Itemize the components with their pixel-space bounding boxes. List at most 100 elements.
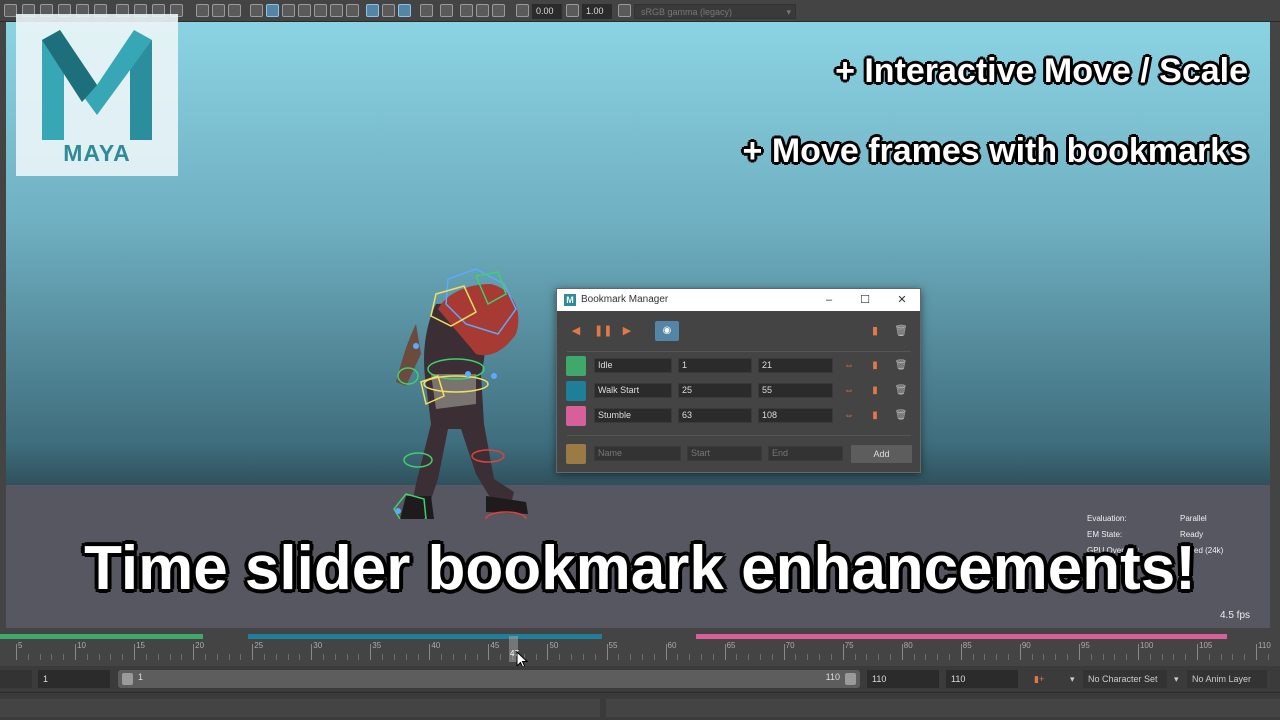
time-tick-minor bbox=[925, 654, 927, 660]
ambient-occlusion-icon[interactable] bbox=[366, 4, 379, 17]
text-icon[interactable] bbox=[228, 4, 241, 17]
anti-aliasing-icon[interactable] bbox=[398, 4, 411, 17]
hud-evaluation-value: Parallel bbox=[1180, 514, 1207, 523]
anim-start-field[interactable] bbox=[0, 670, 32, 688]
motion-blur-icon[interactable] bbox=[382, 4, 395, 17]
wireframe-on-shaded-icon[interactable] bbox=[298, 4, 311, 17]
backface-culling-icon[interactable] bbox=[492, 4, 505, 17]
anim-layer-dropdown[interactable]: No Anim Layer bbox=[1187, 670, 1267, 688]
trash-icon[interactable]: 🗑 bbox=[894, 383, 908, 398]
time-tick-minor bbox=[771, 654, 773, 660]
maya-app-icon: M bbox=[564, 294, 576, 306]
time-tick-minor bbox=[216, 654, 218, 660]
playback-end-field[interactable]: 110 bbox=[867, 670, 939, 688]
eye-icon[interactable]: ◉ bbox=[655, 321, 679, 341]
trash-icon[interactable]: 🗑 bbox=[893, 323, 909, 339]
trash-icon[interactable]: 🗑 bbox=[894, 358, 908, 373]
time-tick-label: 25 bbox=[254, 641, 264, 650]
anim-end-field[interactable]: 110 bbox=[946, 670, 1018, 688]
xray-components-icon[interactable] bbox=[476, 4, 489, 17]
range-track-start-label: 1 bbox=[138, 672, 144, 682]
bookmark-color-swatch[interactable] bbox=[566, 356, 586, 376]
bookmark-color-swatch[interactable] bbox=[566, 406, 586, 426]
time-tick-minor bbox=[417, 654, 419, 660]
bookmark-name-input[interactable]: Idle bbox=[594, 358, 672, 373]
exposure-icon[interactable] bbox=[516, 4, 529, 17]
bookmark-start-input[interactable]: 63 bbox=[678, 408, 752, 423]
exposure-field[interactable]: 0.00 bbox=[532, 4, 562, 19]
time-tick-label: 60 bbox=[667, 641, 677, 650]
gamma-icon[interactable] bbox=[566, 4, 579, 17]
bookmark-end-input[interactable]: 108 bbox=[758, 408, 833, 423]
time-tick-minor bbox=[264, 654, 265, 660]
add-bookmark-button[interactable]: Add bbox=[851, 445, 912, 463]
gamma-field[interactable]: 1.00 bbox=[582, 4, 612, 19]
character-rig[interactable] bbox=[376, 264, 546, 519]
safe-title-icon[interactable] bbox=[196, 4, 209, 17]
time-tick-label: 65 bbox=[726, 641, 736, 650]
bookmark-bar-walk-start[interactable] bbox=[248, 634, 602, 639]
bookmark-manager-titlebar[interactable]: M Bookmark Manager – ☐ ✕ bbox=[557, 289, 920, 311]
color-management-icon[interactable] bbox=[618, 4, 631, 17]
bookmark-bar-stumble[interactable] bbox=[696, 634, 1227, 639]
bookmark-icon[interactable]: ▮ bbox=[868, 358, 882, 373]
minimize-button[interactable]: – bbox=[816, 292, 842, 308]
time-tick-minor bbox=[807, 654, 809, 660]
bookmark-end-input[interactable]: 55 bbox=[758, 383, 833, 398]
character-set-dropdown[interactable]: No Character Set bbox=[1083, 670, 1167, 688]
bookmark-color-swatch[interactable] bbox=[566, 381, 586, 401]
frame-bookmark-icon[interactable]: ⇔ bbox=[842, 358, 856, 373]
smooth-shade-icon[interactable] bbox=[266, 4, 279, 17]
time-tick-minor bbox=[571, 654, 573, 660]
wireframe-icon[interactable] bbox=[250, 4, 263, 17]
new-bookmark-name-input[interactable]: Name bbox=[594, 446, 681, 461]
time-tick-label: 70 bbox=[785, 641, 795, 650]
bookmark-icon[interactable]: ▮ bbox=[868, 408, 882, 423]
time-tick-minor bbox=[559, 654, 561, 660]
range-slider-track[interactable]: 1 110 bbox=[118, 670, 860, 688]
bookmark-start-input[interactable]: 25 bbox=[678, 383, 752, 398]
maximize-button[interactable]: ☐ bbox=[852, 292, 878, 308]
close-button[interactable]: ✕ bbox=[889, 292, 915, 308]
bookmark-start-input[interactable]: 1 bbox=[678, 358, 752, 373]
previous-bookmark-icon[interactable]: ◀ bbox=[568, 323, 584, 339]
frame-bookmark-icon[interactable]: ⇔ bbox=[842, 408, 856, 423]
pause-bookmark-icon[interactable]: ❚❚ bbox=[594, 323, 612, 339]
bookmark-name-input[interactable]: Walk Start bbox=[594, 383, 672, 398]
anim-layer-chevron-icon[interactable]: ▾ bbox=[1174, 670, 1179, 688]
new-bookmark-end-input[interactable]: End bbox=[768, 446, 843, 461]
bookmark-bar-idle[interactable] bbox=[0, 634, 203, 639]
character-set-chevron-icon[interactable]: ▾ bbox=[1070, 670, 1075, 688]
range-end-handle[interactable] bbox=[845, 673, 856, 685]
frame-bookmark-icon[interactable]: ⇔ bbox=[842, 383, 856, 398]
new-bookmark-start-input[interactable]: Start bbox=[687, 446, 762, 461]
range-start-handle[interactable] bbox=[122, 673, 133, 685]
bookmark-icon[interactable]: ▮ bbox=[868, 383, 882, 398]
playback-start-field[interactable]: 1 bbox=[38, 670, 110, 688]
divider bbox=[567, 435, 911, 436]
shadows-icon[interactable] bbox=[346, 4, 359, 17]
time-slider[interactable]: 5 10 15 20 25 30 35 40 45 50 55 60 65 70 75 80 85 90 95 100… bbox=[0, 632, 1280, 666]
color-space-dropdown[interactable]: sRGB gamma (legacy) ▾ bbox=[634, 4, 796, 19]
textured-icon[interactable] bbox=[314, 4, 327, 17]
default-material-icon[interactable] bbox=[282, 4, 295, 17]
time-tick-label: 80 bbox=[903, 641, 913, 650]
bookmark-name-input[interactable]: Stumble bbox=[594, 408, 672, 423]
bookmark-add-icon[interactable]: ▮+ bbox=[1034, 670, 1044, 688]
xray-icon[interactable] bbox=[440, 4, 453, 17]
new-bookmark-color-swatch[interactable] bbox=[566, 444, 586, 464]
use-lights-icon[interactable] bbox=[330, 4, 343, 17]
divider bbox=[567, 351, 911, 352]
command-input[interactable] bbox=[0, 699, 600, 717]
bookmark-icon[interactable]: ▮ bbox=[867, 323, 883, 339]
time-tick-minor bbox=[382, 654, 384, 660]
bookmark-end-input[interactable]: 21 bbox=[758, 358, 833, 373]
isolate-select-icon[interactable] bbox=[420, 4, 433, 17]
time-tick-minor bbox=[1090, 654, 1092, 660]
time-tick-minor bbox=[1208, 654, 1210, 660]
next-bookmark-icon[interactable]: ▶ bbox=[619, 323, 635, 339]
trash-icon[interactable]: 🗑 bbox=[894, 408, 908, 423]
xray-joints-icon[interactable] bbox=[460, 4, 473, 17]
hud-icon[interactable] bbox=[212, 4, 225, 17]
time-tick-minor bbox=[240, 654, 242, 660]
